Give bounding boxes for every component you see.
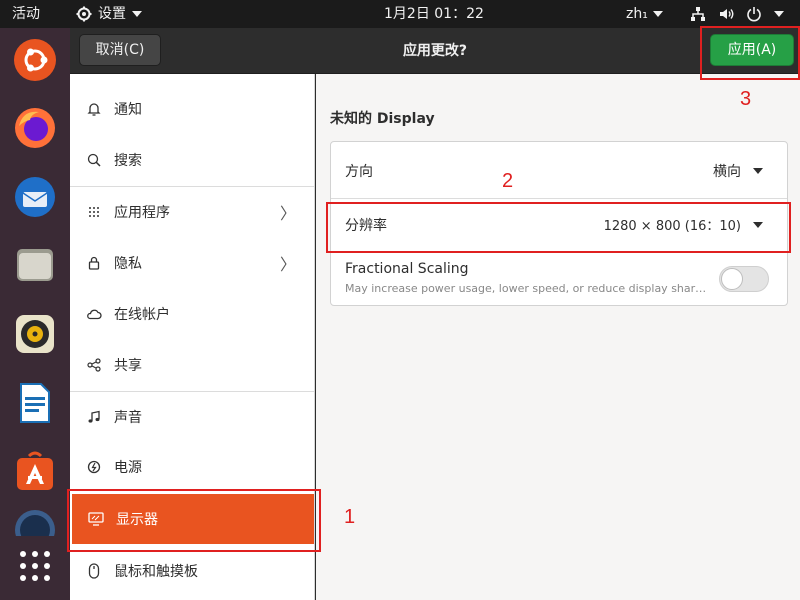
display-settings-panel: 未知的 Display 方向 横向 分辨率 1280 × 800 (16：10)… bbox=[316, 74, 800, 600]
ubuntu-software-icon[interactable] bbox=[11, 446, 59, 494]
monitor-name-heading: 未知的 Display bbox=[330, 111, 435, 127]
annotation-box-1 bbox=[67, 489, 321, 552]
top-bar: 活动 设置 1月2日 01：22 zh₁ bbox=[0, 0, 800, 28]
fractional-scaling-toggle[interactable] bbox=[719, 266, 769, 292]
sidebar-item-applications[interactable]: 应用程序 〉 bbox=[70, 186, 314, 236]
dropdown-arrow-icon[interactable] bbox=[753, 168, 763, 174]
dock bbox=[0, 28, 70, 600]
sidebar-item-notifications[interactable]: 通知 bbox=[70, 84, 314, 134]
show-applications-icon[interactable] bbox=[11, 542, 59, 590]
sidebar-item-power[interactable]: 电源 bbox=[70, 442, 314, 492]
power-icon bbox=[746, 6, 762, 22]
bell-icon bbox=[86, 101, 102, 117]
cloud-icon bbox=[86, 306, 102, 322]
ubuntu-software-center-icon[interactable] bbox=[11, 36, 59, 84]
cancel-button[interactable]: 取消(C) bbox=[79, 34, 161, 66]
chevron-down-icon bbox=[652, 11, 663, 17]
app-menu-label: 设置 bbox=[98, 6, 126, 22]
thunderbird-icon[interactable] bbox=[11, 173, 59, 221]
sidebar-item-label: 通知 bbox=[114, 102, 142, 118]
fractional-scaling-label: Fractional Scaling bbox=[345, 261, 469, 277]
input-method-label: zh₁ bbox=[626, 6, 648, 22]
chevron-right-icon: 〉 bbox=[279, 255, 296, 274]
sidebar-item-label: 电源 bbox=[114, 460, 142, 476]
apps-grid-icon bbox=[86, 204, 102, 220]
fractional-scaling-description: May increase power usage, lower speed, o… bbox=[345, 282, 707, 295]
sidebar-item-label: 搜索 bbox=[114, 153, 142, 169]
lock-icon bbox=[86, 255, 102, 271]
chevron-down-icon bbox=[774, 11, 784, 17]
sidebar-item-sharing[interactable]: 共享 bbox=[70, 340, 314, 390]
sidebar-item-label: 声音 bbox=[114, 409, 142, 426]
sidebar-item-label: 在线帐户 bbox=[114, 307, 170, 323]
sidebar-item-privacy[interactable]: 隐私 〉 bbox=[70, 238, 314, 288]
share-icon bbox=[86, 357, 102, 373]
header-title: 应用更改? bbox=[402, 43, 468, 59]
system-tray[interactable] bbox=[690, 0, 784, 28]
annotation-number-2: 2 bbox=[502, 170, 514, 192]
annotation-number-1: 1 bbox=[344, 506, 356, 528]
chevron-down-icon bbox=[132, 11, 142, 17]
gear-icon bbox=[76, 6, 92, 22]
partial-dock-app-icon[interactable] bbox=[11, 508, 59, 536]
music-note-icon bbox=[86, 409, 102, 425]
sidebar-item-sound[interactable]: 声音 bbox=[70, 391, 314, 441]
input-method-menu[interactable]: zh₁ bbox=[626, 0, 663, 28]
volume-icon bbox=[718, 6, 734, 22]
annotation-box-3 bbox=[700, 26, 800, 80]
toggle-knob bbox=[721, 268, 743, 290]
sidebar-item-label: 隐私 bbox=[114, 256, 142, 272]
rhythmbox-icon[interactable] bbox=[11, 310, 59, 358]
annotation-number-3: 3 bbox=[740, 88, 752, 110]
chevron-right-icon: 〉 bbox=[279, 203, 296, 223]
search-icon bbox=[86, 152, 102, 168]
sidebar-item-label: 应用程序 bbox=[114, 204, 170, 221]
fractional-scaling-row: Fractional Scaling May increase power us… bbox=[331, 252, 787, 307]
app-menu-settings[interactable]: 设置 bbox=[76, 0, 142, 28]
annotation-box-2 bbox=[326, 202, 791, 253]
libreoffice-writer-icon[interactable] bbox=[11, 379, 59, 427]
activities-button[interactable]: 活动 bbox=[12, 0, 40, 28]
orientation-label: 方向 bbox=[345, 164, 373, 180]
sidebar-item-online-accounts[interactable]: 在线帐户 bbox=[70, 289, 314, 339]
power-icon bbox=[86, 459, 102, 475]
sidebar-item-mouse-touchpad[interactable]: 鼠标和触摸板 bbox=[70, 546, 314, 596]
firefox-icon[interactable] bbox=[11, 104, 59, 152]
sidebar-item-search[interactable]: 搜索 bbox=[70, 135, 314, 185]
sidebar-item-label: 共享 bbox=[114, 358, 142, 374]
files-icon[interactable] bbox=[11, 241, 59, 289]
orientation-value[interactable]: 横向 bbox=[713, 161, 741, 181]
network-icon bbox=[690, 6, 706, 22]
orientation-row[interactable]: 方向 横向 bbox=[331, 142, 787, 199]
mouse-icon bbox=[86, 563, 102, 579]
header-bar: 取消(C) 应用更改? 应用(A) bbox=[70, 28, 800, 74]
clock[interactable]: 1月2日 01：22 bbox=[384, 0, 484, 28]
sidebar-item-label: 鼠标和触摸板 bbox=[114, 564, 198, 580]
